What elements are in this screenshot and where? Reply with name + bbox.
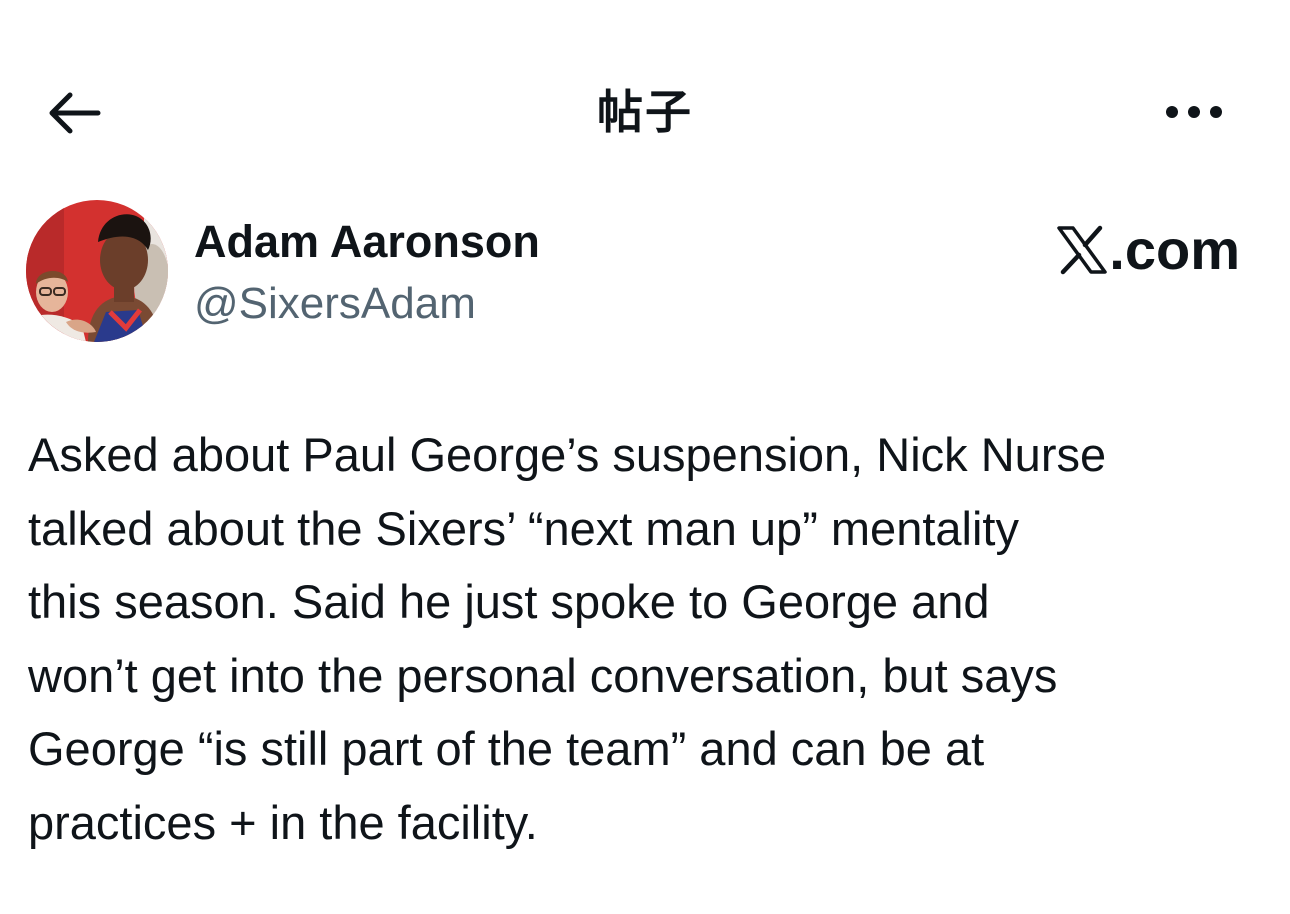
post-text: Asked about Paul George’s suspension, Ni… [28, 428, 1107, 849]
top-bar: 帖子 [0, 0, 1290, 170]
brand-suffix: .com [1109, 218, 1240, 281]
author-display-name[interactable]: Adam Aaronson [194, 214, 540, 270]
x-logo-icon [1057, 225, 1108, 275]
more-options-button[interactable] [1156, 84, 1232, 140]
author-names: Adam Aaronson @SixersAdam [194, 214, 540, 332]
profile-photo [26, 200, 168, 342]
page-title: 帖子 [597, 85, 693, 139]
more-horizontal-icon [1166, 106, 1222, 118]
post-author-row: Adam Aaronson @SixersAdam .com [26, 200, 1266, 345]
author-handle[interactable]: @SixersAdam [194, 276, 540, 332]
brand-watermark: .com [1057, 214, 1240, 286]
avatar[interactable] [26, 200, 168, 342]
